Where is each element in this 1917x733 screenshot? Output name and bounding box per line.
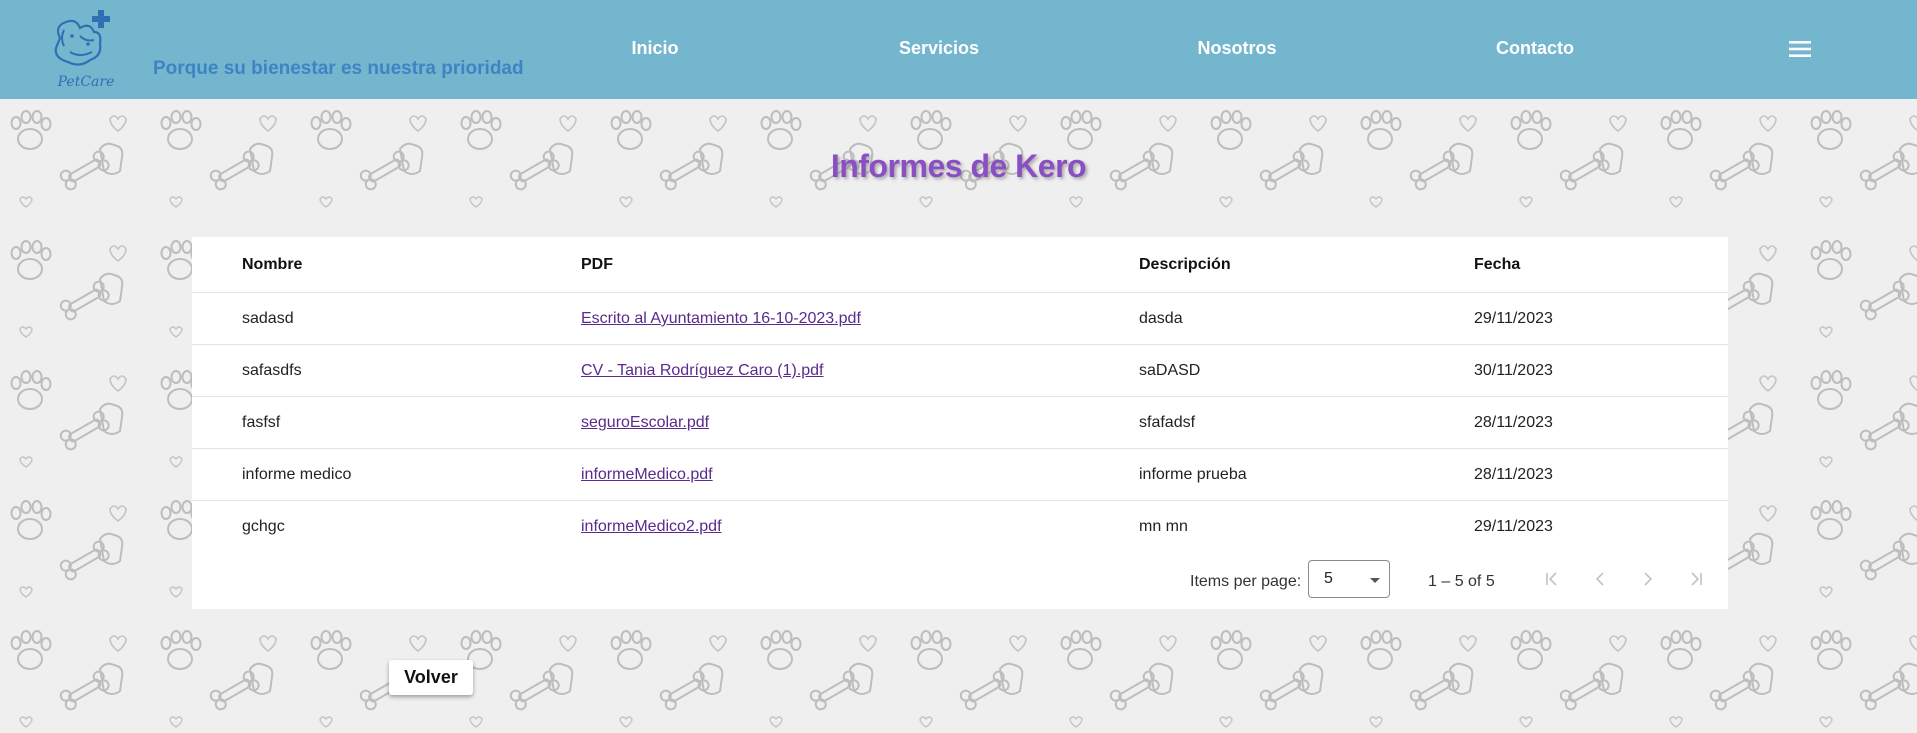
pdf-link[interactable]: seguroEscolar.pdf (581, 414, 709, 431)
petcare-logo[interactable]: PetCare (50, 8, 122, 90)
items-per-page-value: 5 (1324, 570, 1333, 587)
cell-fecha: 30/11/2023 (1474, 362, 1553, 379)
cell-nombre: informe medico (242, 466, 352, 483)
table-row: informe medico informeMedico.pdf informe… (192, 449, 1728, 501)
page-title: Informes de Kero (830, 148, 1087, 184)
cell-nombre: sadasd (242, 310, 294, 327)
next-page-icon[interactable] (1638, 569, 1658, 589)
table-row: safasdfs CV - Tania Rodríguez Caro (1).p… (192, 345, 1728, 397)
last-page-icon[interactable] (1686, 569, 1706, 589)
nav-servicios[interactable]: Servicios (899, 38, 979, 59)
table-row: gchgc informeMedico2.pdf mn mn 29/11/202… (192, 501, 1728, 553)
logo-text: PetCare (57, 74, 115, 90)
cell-fecha: 29/11/2023 (1474, 310, 1553, 327)
cell-descripcion: informe prueba (1139, 466, 1247, 483)
cell-nombre: gchgc (242, 518, 285, 535)
cell-descripcion: dasda (1139, 310, 1183, 327)
column-header-pdf[interactable]: PDF (581, 237, 613, 293)
volver-button[interactable]: Volver (389, 660, 473, 695)
nav-nosotros[interactable]: Nosotros (1197, 38, 1276, 59)
page-range-label: 1 – 5 of 5 (1428, 573, 1495, 590)
table-row: fasfsf seguroEscolar.pdf sfafadsf 28/11/… (192, 397, 1728, 449)
table-header-row: Nombre PDF Descripción Fecha (192, 237, 1728, 293)
pdf-link[interactable]: CV - Tania Rodríguez Caro (1).pdf (581, 362, 823, 379)
cell-nombre: fasfsf (242, 414, 281, 431)
column-header-descripcion[interactable]: Descripción (1139, 237, 1231, 293)
pdf-link[interactable]: informeMedico2.pdf (581, 518, 722, 535)
cell-nombre: safasdfs (242, 362, 302, 379)
slogan: Porque su bienestar es nuestra prioridad (153, 58, 524, 79)
column-header-nombre[interactable]: Nombre (242, 237, 302, 293)
cell-descripcion: sfafadsf (1139, 414, 1196, 431)
previous-page-icon[interactable] (1590, 569, 1610, 589)
cell-descripcion: saDASD (1139, 362, 1201, 379)
table-row: sadasd Escrito al Ayuntamiento 16-10-202… (192, 293, 1728, 345)
nav-contacto[interactable]: Contacto (1496, 38, 1574, 59)
pdf-link[interactable]: informeMedico.pdf (581, 466, 713, 483)
items-per-page-label: Items per page: (1190, 573, 1302, 590)
cell-descripcion: mn mn (1139, 518, 1188, 535)
top-navbar: PetCare Porque su bienestar es nuestra p… (0, 0, 1917, 99)
items-per-page-select[interactable]: 5 (1308, 560, 1390, 598)
first-page-icon[interactable] (1542, 569, 1562, 589)
pdf-link[interactable]: Escrito al Ayuntamiento 16-10-2023.pdf (581, 310, 861, 327)
column-header-fecha[interactable]: Fecha (1474, 237, 1520, 293)
dropdown-arrow-icon (1370, 578, 1380, 583)
reports-table: Nombre PDF Descripción Fecha sadasd Escr… (192, 237, 1728, 609)
nav-inicio[interactable]: Inicio (631, 38, 678, 59)
table-paginator: Items per page: 5 1 – 5 of 5 (192, 559, 1728, 607)
hamburger-menu-icon[interactable] (1789, 41, 1811, 57)
cell-fecha: 28/11/2023 (1474, 466, 1553, 483)
cell-fecha: 28/11/2023 (1474, 414, 1553, 431)
cell-fecha: 29/11/2023 (1474, 518, 1553, 535)
